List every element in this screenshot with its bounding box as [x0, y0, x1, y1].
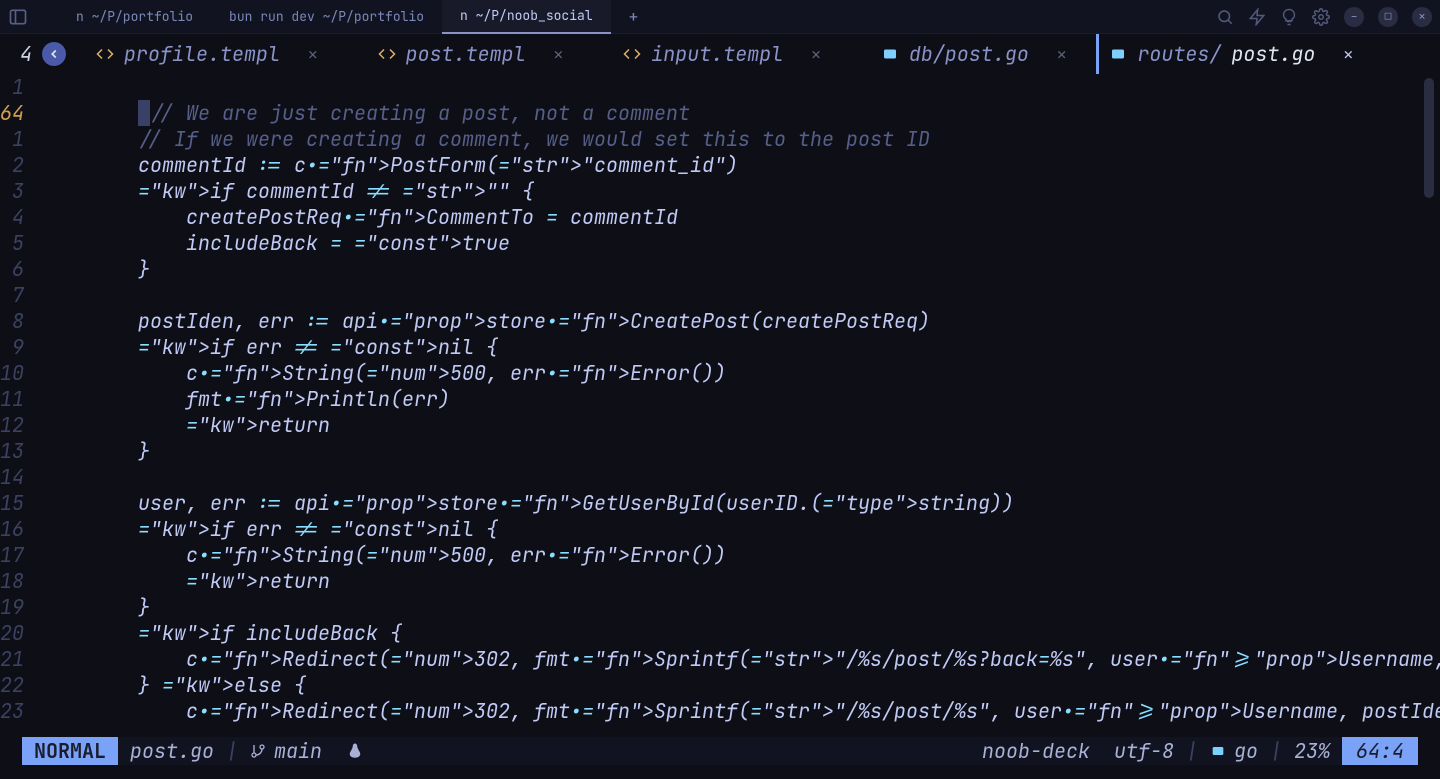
buffer-tab-label: post.go	[1231, 41, 1315, 67]
panel-toggle-icon[interactable]	[8, 7, 28, 27]
templ-file-icon	[378, 45, 396, 63]
minimize-button[interactable]: –	[1344, 7, 1364, 27]
branch-name: main	[274, 738, 322, 764]
close-icon[interactable]: ✕	[308, 44, 318, 65]
status-percent: 23%	[1282, 737, 1342, 765]
status-position: 64:4	[1342, 737, 1418, 765]
linux-icon	[346, 742, 364, 760]
separator: |	[1186, 738, 1198, 764]
titlebar: n ~/P/portfolio bun run dev ~/P/portfoli…	[0, 0, 1440, 34]
buffer-tab-label: db/post.go	[909, 41, 1029, 67]
buffer-tab-active[interactable]: routes/post.go ✕	[1096, 34, 1363, 74]
bulb-icon[interactable]	[1280, 8, 1298, 26]
status-filetype: go	[1198, 737, 1270, 765]
status-file: post.go	[118, 737, 226, 765]
close-icon[interactable]: ✕	[1343, 44, 1353, 65]
buffer-tab[interactable]: profile.templ ✕	[86, 34, 328, 74]
filetype-label: go	[1234, 738, 1258, 764]
statusline: NORMAL post.go | main noob-deck utf-8 | …	[22, 737, 1418, 765]
status-branch: main	[238, 737, 334, 765]
templ-file-icon	[96, 45, 114, 63]
search-icon[interactable]	[1216, 8, 1234, 26]
line-number-gutter: 1641234567891011121314151617181920212223	[0, 74, 42, 750]
bolt-icon[interactable]	[1248, 8, 1266, 26]
gear-icon[interactable]	[1312, 8, 1330, 26]
buffer-tab-label: profile.templ	[124, 41, 280, 67]
vim-mode: NORMAL	[22, 737, 118, 765]
close-button[interactable]: ✕	[1412, 7, 1432, 27]
status-os	[334, 737, 376, 765]
git-branch-icon	[250, 743, 266, 759]
code-content[interactable]: // We are just creating a post, not a co…	[42, 74, 1440, 750]
buffer-count: 4	[20, 41, 32, 67]
window-tab-active[interactable]: n ~/P/noob_social	[442, 0, 611, 34]
titlebar-left: n ~/P/portfolio bun run dev ~/P/portfoli…	[8, 0, 1216, 34]
buffer-tabline: 4 profile.templ ✕ post.templ ✕ input.tem…	[0, 34, 1440, 74]
buffer-tab[interactable]: input.templ ✕	[613, 34, 831, 74]
status-encoding: utf-8	[1102, 737, 1186, 765]
buffer-tab-prefix: routes/	[1137, 41, 1221, 67]
go-file-icon	[881, 45, 899, 63]
buffer-tab-label: input.templ	[651, 41, 783, 67]
maximize-button[interactable]: □	[1378, 7, 1398, 27]
titlebar-right: – □ ✕	[1216, 7, 1432, 27]
editor-viewport[interactable]: 1641234567891011121314151617181920212223…	[0, 74, 1440, 750]
arrow-left-icon	[47, 47, 61, 61]
scrollbar[interactable]	[1424, 78, 1434, 198]
window-tab[interactable]: n ~/P/portfolio	[58, 0, 211, 34]
close-icon[interactable]: ✕	[554, 44, 564, 65]
buffer-tab-label: post.templ	[406, 41, 526, 67]
go-file-icon	[1109, 45, 1127, 63]
go-icon	[1210, 743, 1226, 759]
back-button[interactable]	[42, 42, 66, 66]
templ-file-icon	[623, 45, 641, 63]
status-hostname: noob-deck	[970, 737, 1102, 765]
separator: |	[226, 738, 238, 764]
buffer-tab[interactable]: post.templ ✕	[368, 34, 574, 74]
new-tab-button[interactable]: +	[611, 0, 657, 34]
close-icon[interactable]: ✕	[811, 44, 821, 65]
separator: |	[1270, 738, 1282, 764]
buffer-tab[interactable]: db/post.go ✕	[871, 34, 1077, 74]
close-icon[interactable]: ✕	[1057, 44, 1067, 65]
window-tab[interactable]: bun run dev ~/P/portfolio	[211, 0, 442, 34]
